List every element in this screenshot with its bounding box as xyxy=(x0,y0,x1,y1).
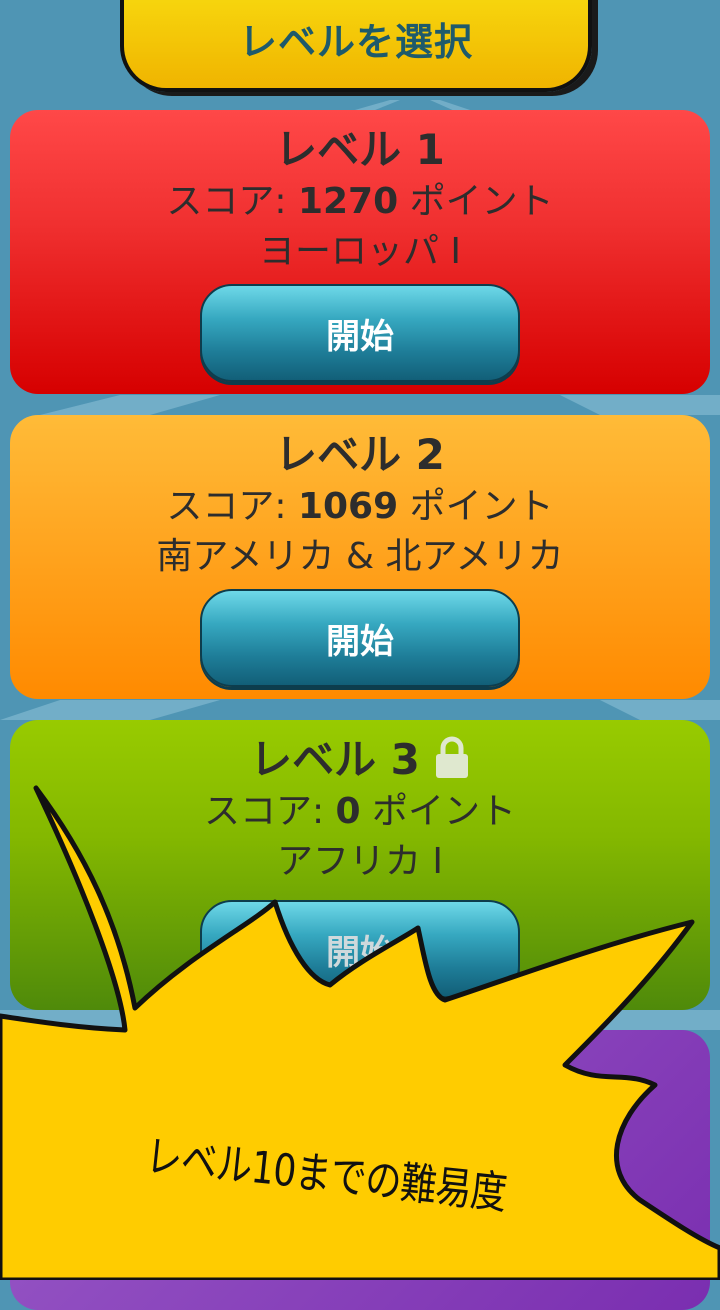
level-score: スコア: 1069 ポイント xyxy=(10,477,710,529)
score-label: スコア: xyxy=(166,486,298,527)
level-region: ヨーロッパ I xyxy=(258,231,462,272)
level-region: 南アメリカ & 北アメリカ xyxy=(156,536,564,577)
start-button-level-2[interactable]: 開始 xyxy=(200,589,520,687)
score-unit: ポイント xyxy=(398,486,554,527)
level-title: レベル 1 xyxy=(275,125,445,174)
level-card-1: レベル 1 スコア: 1270 ポイント ヨーロッパ I 開始 xyxy=(10,110,710,394)
level-score: スコア: 1270 ポイント xyxy=(10,172,710,224)
score-label: スコア: xyxy=(166,181,298,222)
level-card-2: レベル 2 スコア: 1069 ポイント 南アメリカ & 北アメリカ 開始 xyxy=(10,415,710,699)
header-banner: レベルを選択 xyxy=(120,0,592,92)
level-title: レベル 2 xyxy=(275,430,445,479)
page-title: レベルを選択 xyxy=(238,20,473,64)
start-button-level-1[interactable]: 開始 xyxy=(200,284,520,382)
score-unit: ポイント xyxy=(398,181,554,222)
score-value: 1270 xyxy=(297,181,399,222)
score-value: 1069 xyxy=(297,486,399,527)
